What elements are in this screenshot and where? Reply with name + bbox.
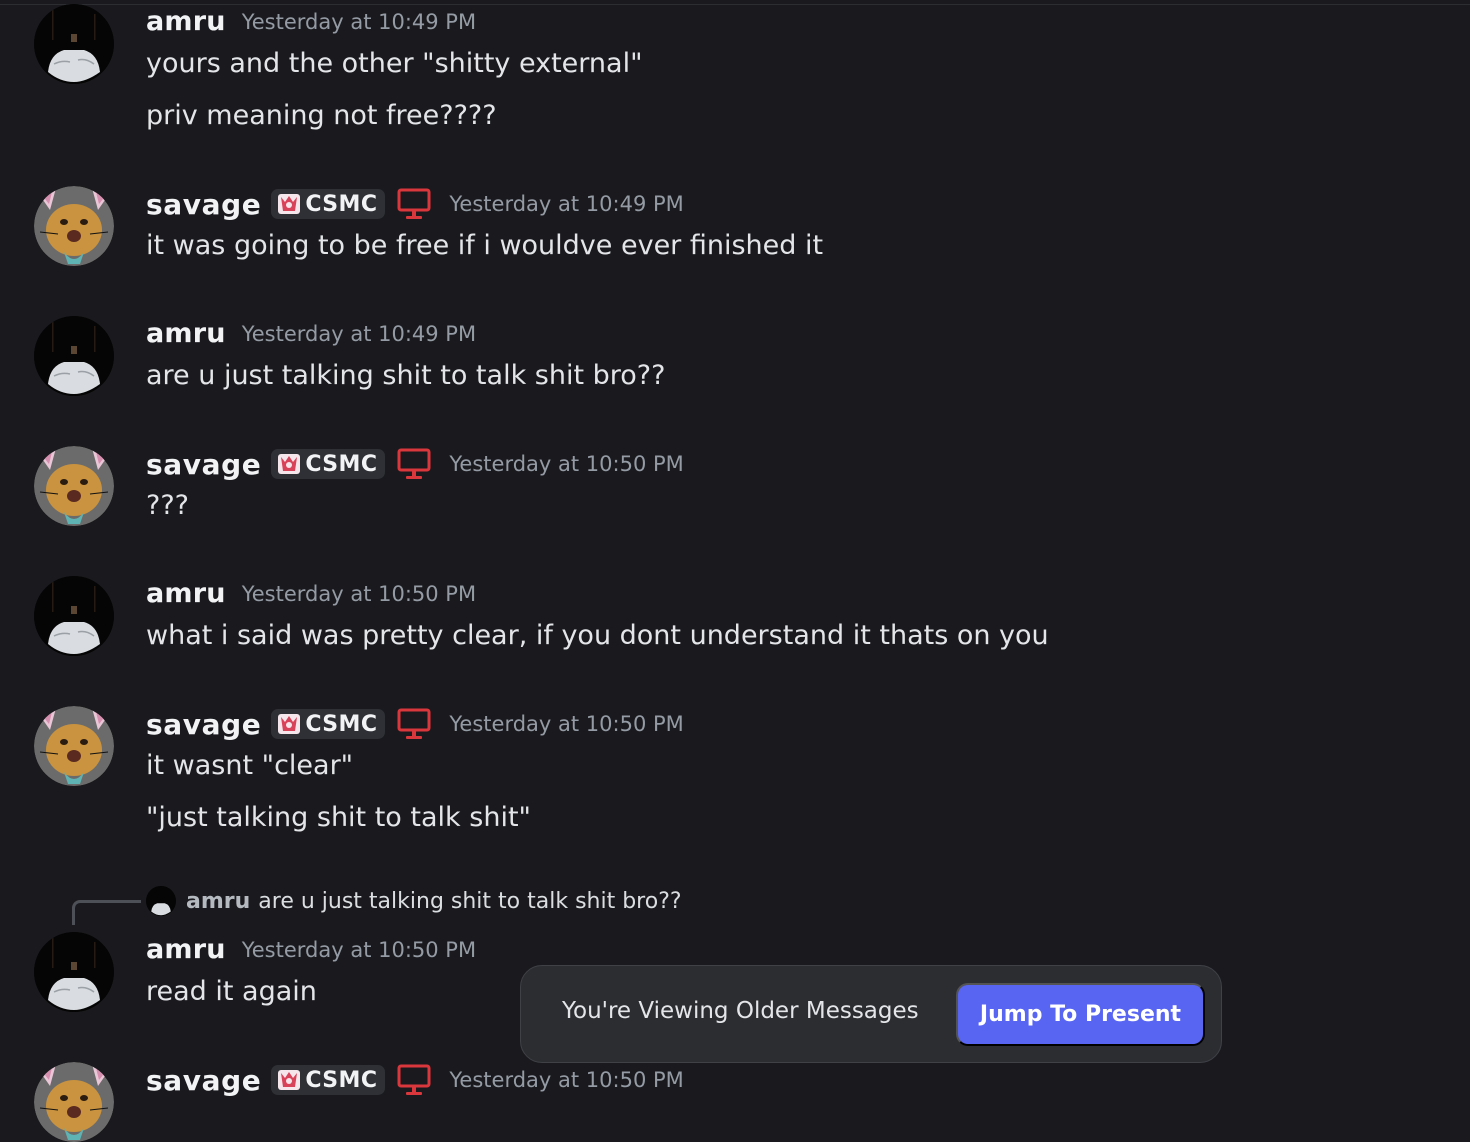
clan-tag-label: CSMC [305,1067,378,1093]
clan-badge-icon [277,453,301,475]
message-timestamp: Yesterday at 10:50 PM [449,1068,684,1092]
message-text: what i said was pretty clear, if you don… [146,620,1049,651]
avatar[interactable] [34,576,114,656]
message-timestamp: Yesterday at 10:50 PM [449,712,684,736]
username[interactable]: amru [146,934,226,965]
monitor-icon [385,187,431,221]
avatar[interactable] [34,446,114,526]
clan-tag-badge[interactable]: CSMC [271,709,386,739]
reply-avatar [146,886,176,916]
reply-username[interactable]: amru [186,889,250,914]
avatar[interactable] [34,4,114,84]
avatar[interactable] [34,932,114,1012]
clan-badge-icon [277,713,301,735]
jump-to-present-button[interactable]: Jump To Present [956,983,1205,1046]
older-messages-bar: You're Viewing Older Messages Jump To Pr… [520,965,1222,1063]
username[interactable]: savage [146,1064,261,1097]
username[interactable]: amru [146,6,226,37]
message-text: "just talking shit to talk shit" [146,802,531,833]
message-timestamp: Yesterday at 10:50 PM [241,581,477,606]
message-timestamp: Yesterday at 10:50 PM [241,937,477,962]
avatar[interactable] [34,1062,114,1142]
reply-preview[interactable]: amru are u just talking shit to talk shi… [146,886,682,916]
message-text: read it again [146,976,317,1007]
clan-tag-label: CSMC [305,711,378,737]
message-text: ??? [146,490,189,521]
clan-tag-badge[interactable]: CSMC [271,1065,386,1095]
monitor-icon [385,1063,431,1097]
clan-tag-label: CSMC [305,191,378,217]
message-text: priv meaning not free???? [146,100,497,131]
clan-tag-badge[interactable]: CSMC [271,449,386,479]
message-timestamp: Yesterday at 10:49 PM [241,321,477,346]
message-text: yours and the other "shitty external" [146,48,643,79]
avatar[interactable] [34,706,114,786]
monitor-icon [385,707,431,741]
username[interactable]: savage [146,448,261,481]
avatar[interactable] [34,186,114,266]
username[interactable]: amru [146,578,226,609]
clan-tag-label: CSMC [305,451,378,477]
message-text: are u just talking shit to talk shit bro… [146,360,666,391]
message-timestamp: Yesterday at 10:50 PM [449,452,684,476]
monitor-icon [385,447,431,481]
message-text: it was going to be free if i wouldve eve… [146,230,824,261]
reply-connector [72,900,141,925]
clan-badge-icon [277,193,301,215]
message-timestamp: Yesterday at 10:49 PM [449,192,684,216]
clan-badge-icon [277,1069,301,1091]
username[interactable]: savage [146,708,261,741]
clan-tag-badge[interactable]: CSMC [271,189,386,219]
username[interactable]: savage [146,188,261,221]
username[interactable]: amru [146,318,226,349]
reply-text[interactable]: are u just talking shit to talk shit bro… [258,889,681,914]
avatar[interactable] [34,316,114,396]
older-messages-text: You're Viewing Older Messages [562,998,919,1024]
message-text: it wasnt "clear" [146,750,354,781]
message-timestamp: Yesterday at 10:49 PM [241,9,477,34]
chat-top-divider [0,4,1470,5]
